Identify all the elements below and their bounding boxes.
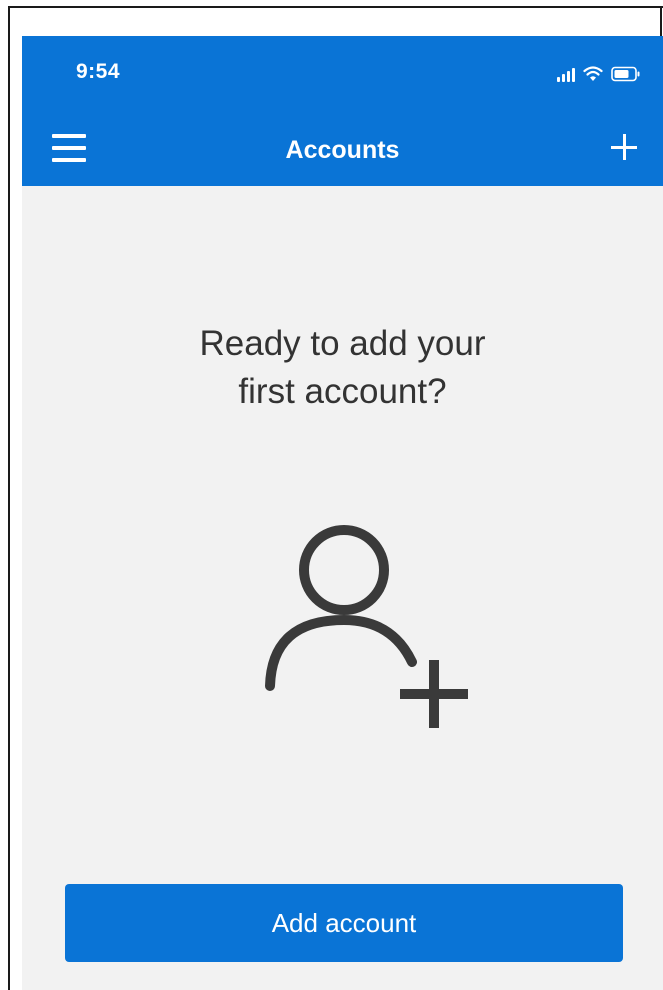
add-account-button[interactable]: Add account xyxy=(65,884,623,962)
app-bar: Accounts xyxy=(22,114,663,186)
phone-screen: 9:54 Accounts Ready to add your first ac… xyxy=(22,36,663,990)
empty-state-message: Ready to add your first account? xyxy=(22,320,663,416)
battery-icon xyxy=(611,66,640,82)
status-icons xyxy=(557,62,641,82)
page-title: Accounts xyxy=(285,136,400,164)
wifi-icon xyxy=(583,66,603,81)
plus-icon[interactable] xyxy=(607,130,641,164)
signal-icon xyxy=(557,68,575,82)
status-bar: 9:54 xyxy=(22,36,663,114)
empty-state-line-1: Ready to add your xyxy=(199,324,486,363)
empty-state-line-2: first account? xyxy=(238,372,447,411)
add-person-icon xyxy=(265,525,468,728)
status-time: 9:54 xyxy=(76,60,121,83)
